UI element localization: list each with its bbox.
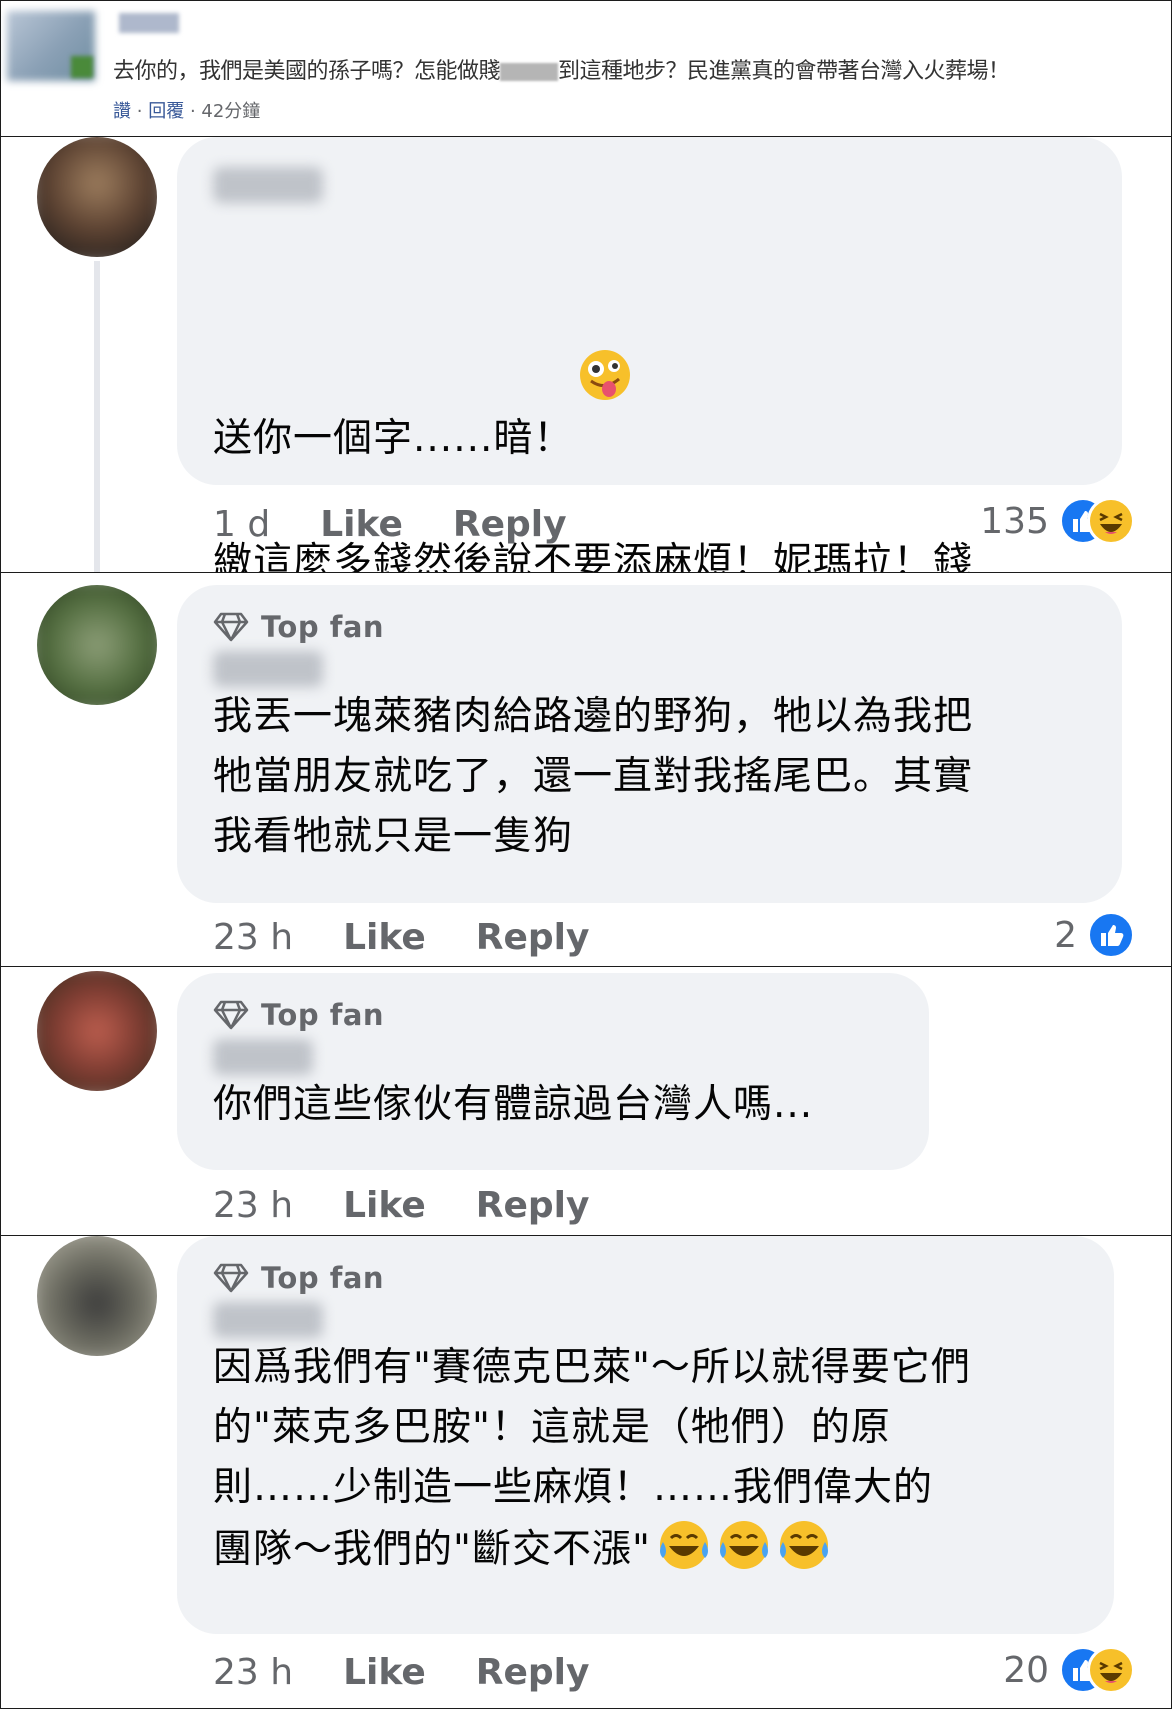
tears-of-joy-icon xyxy=(651,1521,831,1572)
comment-text: 我丟一塊萊豬肉給路邊的野狗，牠以為我把 牠當朋友就吃了，還一直對我搖尾巴。其實 … xyxy=(213,694,974,859)
react-link[interactable]: 讚 xyxy=(113,101,131,122)
timestamp[interactable]: 1 d xyxy=(213,504,270,545)
blurred-author-name xyxy=(213,1039,313,1075)
comment-card: Top fan 因爲我們有"賽德克巴萊"～所以就得要它們 的"萊克多巴胺"！這就… xyxy=(0,1235,1172,1709)
reply-button[interactable]: Reply xyxy=(476,1652,590,1693)
like-button[interactable]: Like xyxy=(343,1652,426,1693)
comment-actions: 1 d Like Reply xyxy=(213,504,567,545)
comment-bubble: Top fan 因爲我們有"賽德克巴萊"～所以就得要它們 的"萊克多巴胺"！這就… xyxy=(177,1236,1114,1634)
redacted-word xyxy=(500,63,559,81)
quoted-comment-text: 去你的，我們是美國的孫子嗎？怎能做賤 到這種地步？民進黨真的會帶著台灣入火葬場！ xyxy=(113,59,1010,84)
avatar[interactable] xyxy=(37,137,157,257)
comment-actions: 23 h Like Reply xyxy=(213,1652,589,1693)
haha-icon xyxy=(1087,1646,1135,1694)
comment-text: 你們這些傢伙有體諒過台灣人嗎... xyxy=(213,1082,814,1127)
blurred-author-name xyxy=(213,651,323,687)
comment-bubble: 送你一個字......暗！ 繳這麼多錢然後說不要添麻煩！妮瑪拉！錢 丟水裡還會冬… xyxy=(177,137,1122,572)
haha-icon xyxy=(1087,497,1135,545)
quoted-comment-panel: 去你的，我們是美國的孫子嗎？怎能做賤 到這種地步？民進黨真的會帶著台灣入火葬場！ … xyxy=(0,0,1172,137)
diamond-icon xyxy=(213,612,249,642)
comment-text: 因爲我們有"賽德克巴萊"～所以就得要它們 的"萊克多巴胺"！這就是（牠們）的原 … xyxy=(213,1345,971,1572)
comment-card: Top fan 我丟一塊萊豬肉給路邊的野狗，牠以為我把 牠當朋友就吃了，還一直對… xyxy=(0,572,1172,967)
diamond-icon xyxy=(213,1263,249,1293)
timestamp[interactable]: 23 h xyxy=(213,1652,293,1693)
blurred-author-name xyxy=(119,13,179,33)
reaction-summary[interactable]: 2 xyxy=(1054,911,1135,959)
comment-actions: 23 h Like Reply xyxy=(213,917,589,958)
reaction-count: 20 xyxy=(1003,1649,1049,1691)
timestamp[interactable]: 23 h xyxy=(213,917,293,958)
like-button[interactable]: Like xyxy=(343,917,426,958)
like-button[interactable]: Like xyxy=(343,1185,426,1226)
blurred-author-name xyxy=(213,1302,323,1338)
comment-line: 送你一個字......暗！ xyxy=(213,229,1088,469)
reply-link[interactable]: 回覆 xyxy=(148,101,184,122)
like-icon xyxy=(1087,911,1135,959)
avatar-badge xyxy=(71,56,93,78)
like-button[interactable]: Like xyxy=(320,504,403,545)
blurred-author-name xyxy=(213,167,323,203)
reply-button[interactable]: Reply xyxy=(453,504,567,545)
avatar[interactable] xyxy=(37,1236,157,1356)
reaction-summary[interactable]: 135 xyxy=(980,497,1135,545)
top-fan-badge: Top fan xyxy=(213,607,1088,647)
top-fan-badge: Top fan xyxy=(213,1258,1080,1298)
quoted-comment-meta: 讚 · 回覆 · 42分鐘 xyxy=(113,101,261,122)
avatar[interactable] xyxy=(37,971,157,1091)
reaction-summary[interactable]: 20 xyxy=(1003,1646,1135,1694)
comment-bubble: Top fan 我丟一塊萊豬肉給路邊的野狗，牠以為我把 牠當朋友就吃了，還一直對… xyxy=(177,585,1122,903)
zany-face-icon xyxy=(579,229,631,400)
thread-line xyxy=(94,261,100,572)
timestamp[interactable]: 23 h xyxy=(213,1185,293,1226)
top-fan-badge: Top fan xyxy=(213,995,895,1035)
comment-actions: 23 h Like Reply xyxy=(213,1185,589,1226)
diamond-icon xyxy=(213,1000,249,1030)
avatar[interactable] xyxy=(37,585,157,705)
comment-card: 送你一個字......暗！ 繳這麼多錢然後說不要添麻煩！妮瑪拉！錢 丟水裡還會冬… xyxy=(0,136,1172,573)
comment-card: Top fan 你們這些傢伙有體諒過台灣人嗎... 23 h Like Repl… xyxy=(0,966,1172,1236)
reaction-count: 2 xyxy=(1054,914,1077,956)
reaction-count: 135 xyxy=(980,500,1049,542)
reply-button[interactable]: Reply xyxy=(476,1185,590,1226)
comment-bubble: Top fan 你們這些傢伙有體諒過台灣人嗎... xyxy=(177,973,929,1170)
reply-button[interactable]: Reply xyxy=(476,917,590,958)
